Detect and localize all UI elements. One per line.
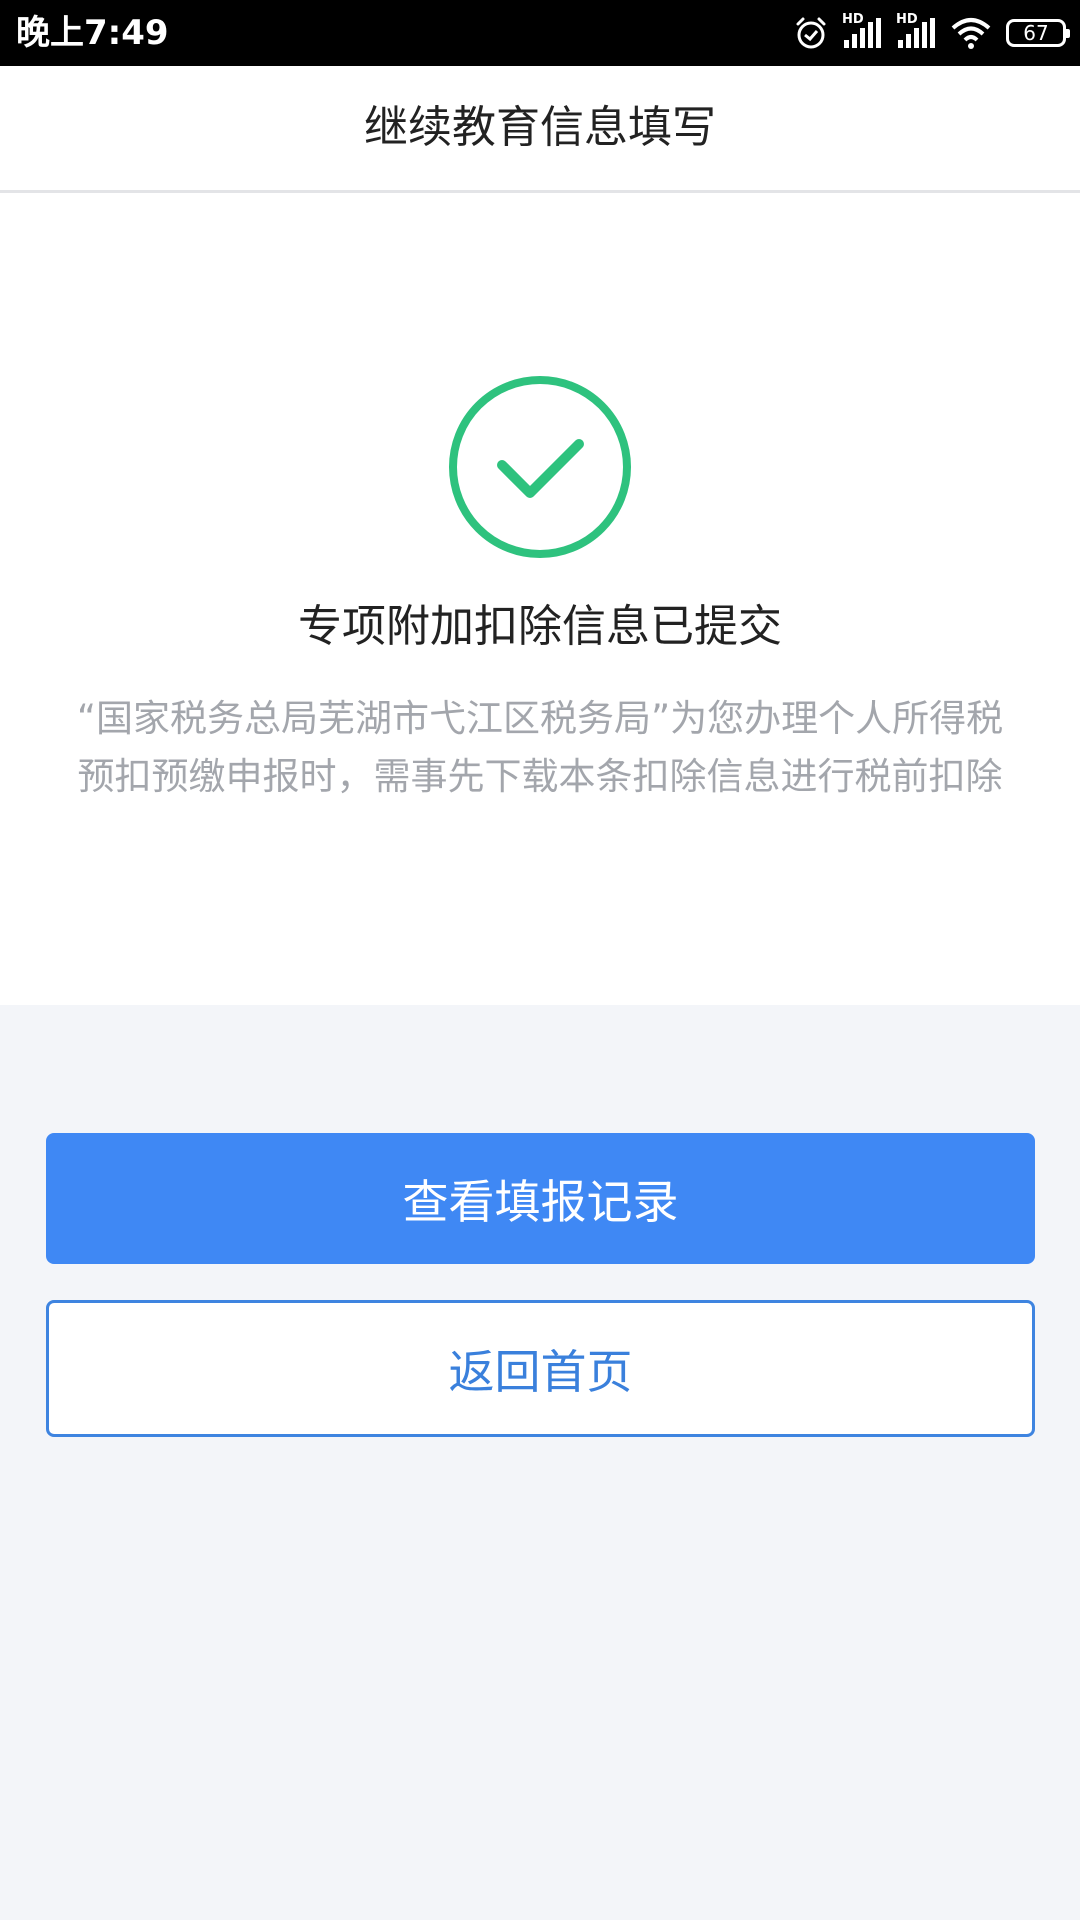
page-title: 继续教育信息填写 [364,102,716,153]
signal-icon: HD [842,12,882,50]
nav-bar: 继续教育信息填写 [0,66,1080,193]
alarm-icon [794,16,828,50]
hd-label: HD [842,12,864,27]
hd-label: HD [896,12,918,27]
check-circle-icon [447,374,633,560]
signal-icon: HD [896,12,936,50]
status-icons: HD HD 67 [794,0,1070,66]
result-title: 专项附加扣除信息已提交 [298,601,782,652]
status-bar: 晚上7:49 HD HD 67 [0,0,1080,66]
status-time: 晚上7:49 [16,13,169,53]
return-home-button[interactable]: 返回首页 [46,1300,1035,1437]
view-records-button[interactable]: 查看填报记录 [46,1133,1035,1264]
result-description: “国家税务总局芜湖市弋江区税务局”为您办理个人所得税预扣预缴申报时，需事先下载本… [76,697,1004,798]
wifi-icon [950,16,992,50]
battery-icon: 67 [1006,19,1070,47]
result-panel: 专项附加扣除信息已提交 “国家税务总局芜湖市弋江区税务局”为您办理个人所得税预扣… [0,193,1080,1005]
battery-level: 67 [1023,21,1049,45]
